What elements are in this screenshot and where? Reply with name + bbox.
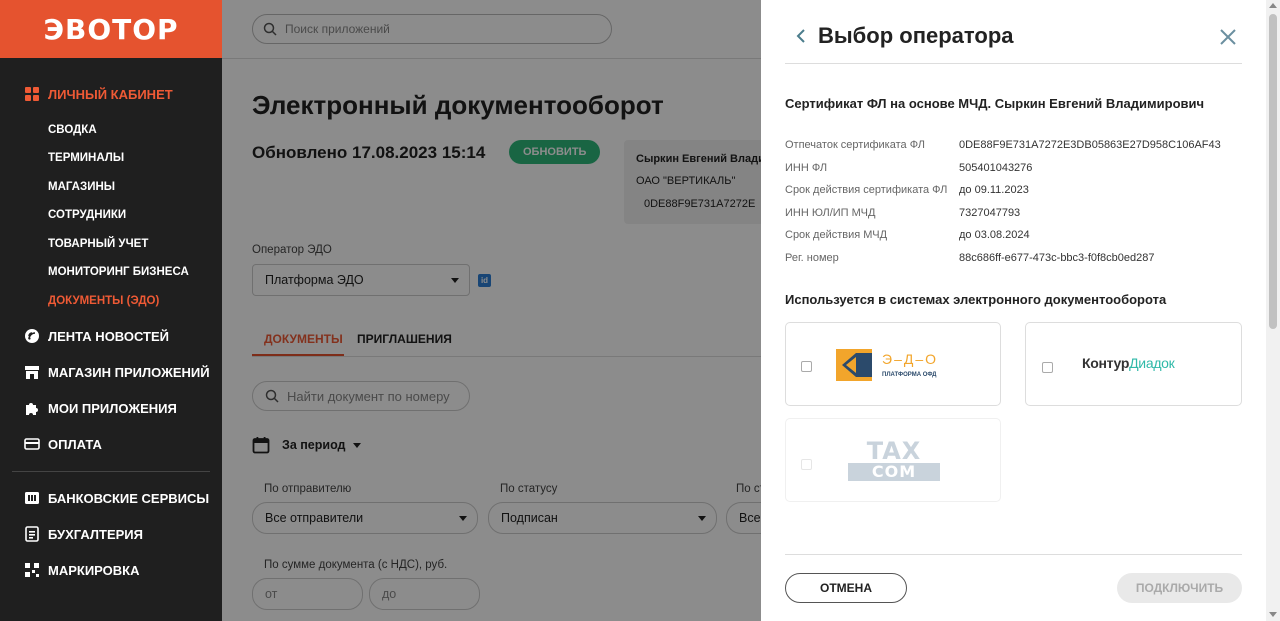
- operator-checkbox[interactable]: [801, 361, 812, 372]
- sidebar-item-documents[interactable]: Документы (ЭДО): [48, 295, 159, 307]
- card-icon: [24, 436, 40, 452]
- sidebar-section-news[interactable]: Лента новостей: [0, 318, 169, 354]
- operator-card-edo[interactable]: Э–Д–О ПЛАТФОРМА ОФД: [785, 322, 1001, 406]
- sidebar-item-employees[interactable]: Сотрудники: [48, 209, 126, 221]
- cancel-button[interactable]: Отмена: [785, 573, 907, 603]
- scrollbar[interactable]: [1266, 0, 1280, 621]
- field-mchd-validity-label: Срок действия МЧД: [785, 229, 888, 241]
- edo-logo-text: Э–Д–О: [882, 351, 938, 367]
- edo-logo: Э–Д–О ПЛАТФОРМА ОФД: [836, 349, 938, 381]
- puzzle-icon: [24, 400, 40, 416]
- sidebar-section-bank[interactable]: Банковские сервисы: [0, 480, 209, 516]
- field-fingerprint-value: 0DE88F9E731A7272E3DB05863E27D958C106AF43: [959, 139, 1221, 151]
- sidebar-divider: [12, 471, 210, 472]
- marking-icon: [24, 562, 40, 578]
- taxcom-logo: TAX COM: [848, 437, 940, 481]
- field-cert-validity-value: до 09.11.2023: [959, 184, 1029, 196]
- edo-logo-subtext: ПЛАТФОРМА ОФД: [882, 372, 937, 378]
- sidebar-section-label: Личный кабинет: [48, 86, 173, 102]
- back-button[interactable]: [791, 26, 811, 46]
- sidebar-item-inventory[interactable]: Товарный учет: [48, 238, 148, 250]
- sidebar-section-marking[interactable]: Маркировка: [0, 552, 140, 588]
- sidebar-section-label: Банковские сервисы: [48, 490, 210, 506]
- field-reg-number-label: Рег. номер: [785, 252, 839, 264]
- close-button[interactable]: [1217, 26, 1239, 48]
- used-systems-title: Используется в системах электронного док…: [785, 292, 1167, 307]
- dashboard-icon: [24, 86, 40, 102]
- sidebar-section-label: Оплата: [48, 436, 102, 452]
- field-inn-value: 505401043276: [959, 162, 1033, 174]
- panel-footer-divider: [785, 554, 1242, 555]
- sidebar-item-monitoring[interactable]: Мониторинг бизнеса: [48, 266, 189, 278]
- field-mchd-inn-label: ИНН ЮЛ/ИП МЧД: [785, 207, 876, 219]
- field-fingerprint-label: Отпечаток сертификата ФЛ: [785, 139, 925, 151]
- certificate-title: Сертификат ФЛ на основе МЧД. Сыркин Евге…: [785, 96, 1205, 111]
- accounting-icon: [24, 526, 40, 542]
- field-reg-number-value: 88c686ff-e677-473c-bbc3-f0f8cb0ed287: [959, 252, 1155, 264]
- sidebar: ЭВОТОР Личный кабинет Сводка Терминалы М…: [0, 0, 222, 621]
- kontur-logo-part1: Контур: [1082, 355, 1130, 371]
- sidebar-item-terminals[interactable]: Терминалы: [48, 152, 124, 164]
- operator-card-taxcom: TAX COM: [785, 418, 1001, 502]
- field-mchd-inn-value: 7327047793: [959, 207, 1021, 219]
- field-mchd-validity-value: до 03.08.2024: [959, 229, 1030, 241]
- modal-overlay[interactable]: [222, 0, 761, 621]
- operator-card-kontur[interactable]: КонтурДиадок: [1025, 322, 1242, 406]
- sidebar-section-label: Мои приложения: [48, 400, 177, 416]
- kontur-logo-part2: Диадок: [1129, 355, 1175, 371]
- taxcom-logo-line1: TAX: [866, 437, 922, 465]
- panel-header-divider: [785, 63, 1242, 64]
- sidebar-section-app-store[interactable]: Магазин приложений: [0, 354, 210, 390]
- sidebar-section-label: Лента новостей: [48, 328, 169, 344]
- sidebar-section-label: Магазин приложений: [48, 364, 210, 380]
- chevron-left-icon: [796, 29, 805, 43]
- logo-text: ЭВОТОР: [43, 12, 179, 46]
- close-icon: [1220, 29, 1236, 45]
- sidebar-section-label: Бухгалтерия: [48, 526, 143, 542]
- scroll-up-arrow-icon[interactable]: [1269, 3, 1277, 8]
- operator-checkbox[interactable]: [1042, 362, 1053, 373]
- bank-icon: [24, 490, 40, 506]
- panel-title: Выбор оператора: [818, 23, 1014, 48]
- sidebar-section-label: Маркировка: [48, 562, 140, 578]
- store-icon: [24, 364, 40, 380]
- sidebar-section-cabinet[interactable]: Личный кабинет: [0, 76, 173, 112]
- kontur-logo: КонтурДиадок: [1082, 355, 1175, 371]
- taxcom-logo-line2: COM: [848, 463, 940, 481]
- logo[interactable]: ЭВОТОР: [0, 0, 222, 58]
- sidebar-section-my-apps[interactable]: Мои приложения: [0, 390, 177, 426]
- field-inn-label: ИНН ФЛ: [785, 162, 828, 174]
- news-icon: [24, 328, 40, 344]
- sidebar-item-stores[interactable]: Магазины: [48, 181, 115, 193]
- sidebar-section-accounting[interactable]: Бухгалтерия: [0, 516, 143, 552]
- scroll-down-arrow-icon[interactable]: [1269, 612, 1277, 617]
- operator-checkbox: [801, 459, 812, 470]
- sidebar-section-payment[interactable]: Оплата: [0, 426, 102, 462]
- field-cert-validity-label: Срок действия сертификата ФЛ: [785, 184, 948, 196]
- scrollbar-thumb[interactable]: [1269, 14, 1277, 329]
- sidebar-item-summary[interactable]: Сводка: [48, 124, 97, 136]
- operator-select-panel: Выбор оператора Сертификат ФЛ на основе …: [761, 0, 1266, 621]
- connect-button[interactable]: Подключить: [1117, 573, 1242, 603]
